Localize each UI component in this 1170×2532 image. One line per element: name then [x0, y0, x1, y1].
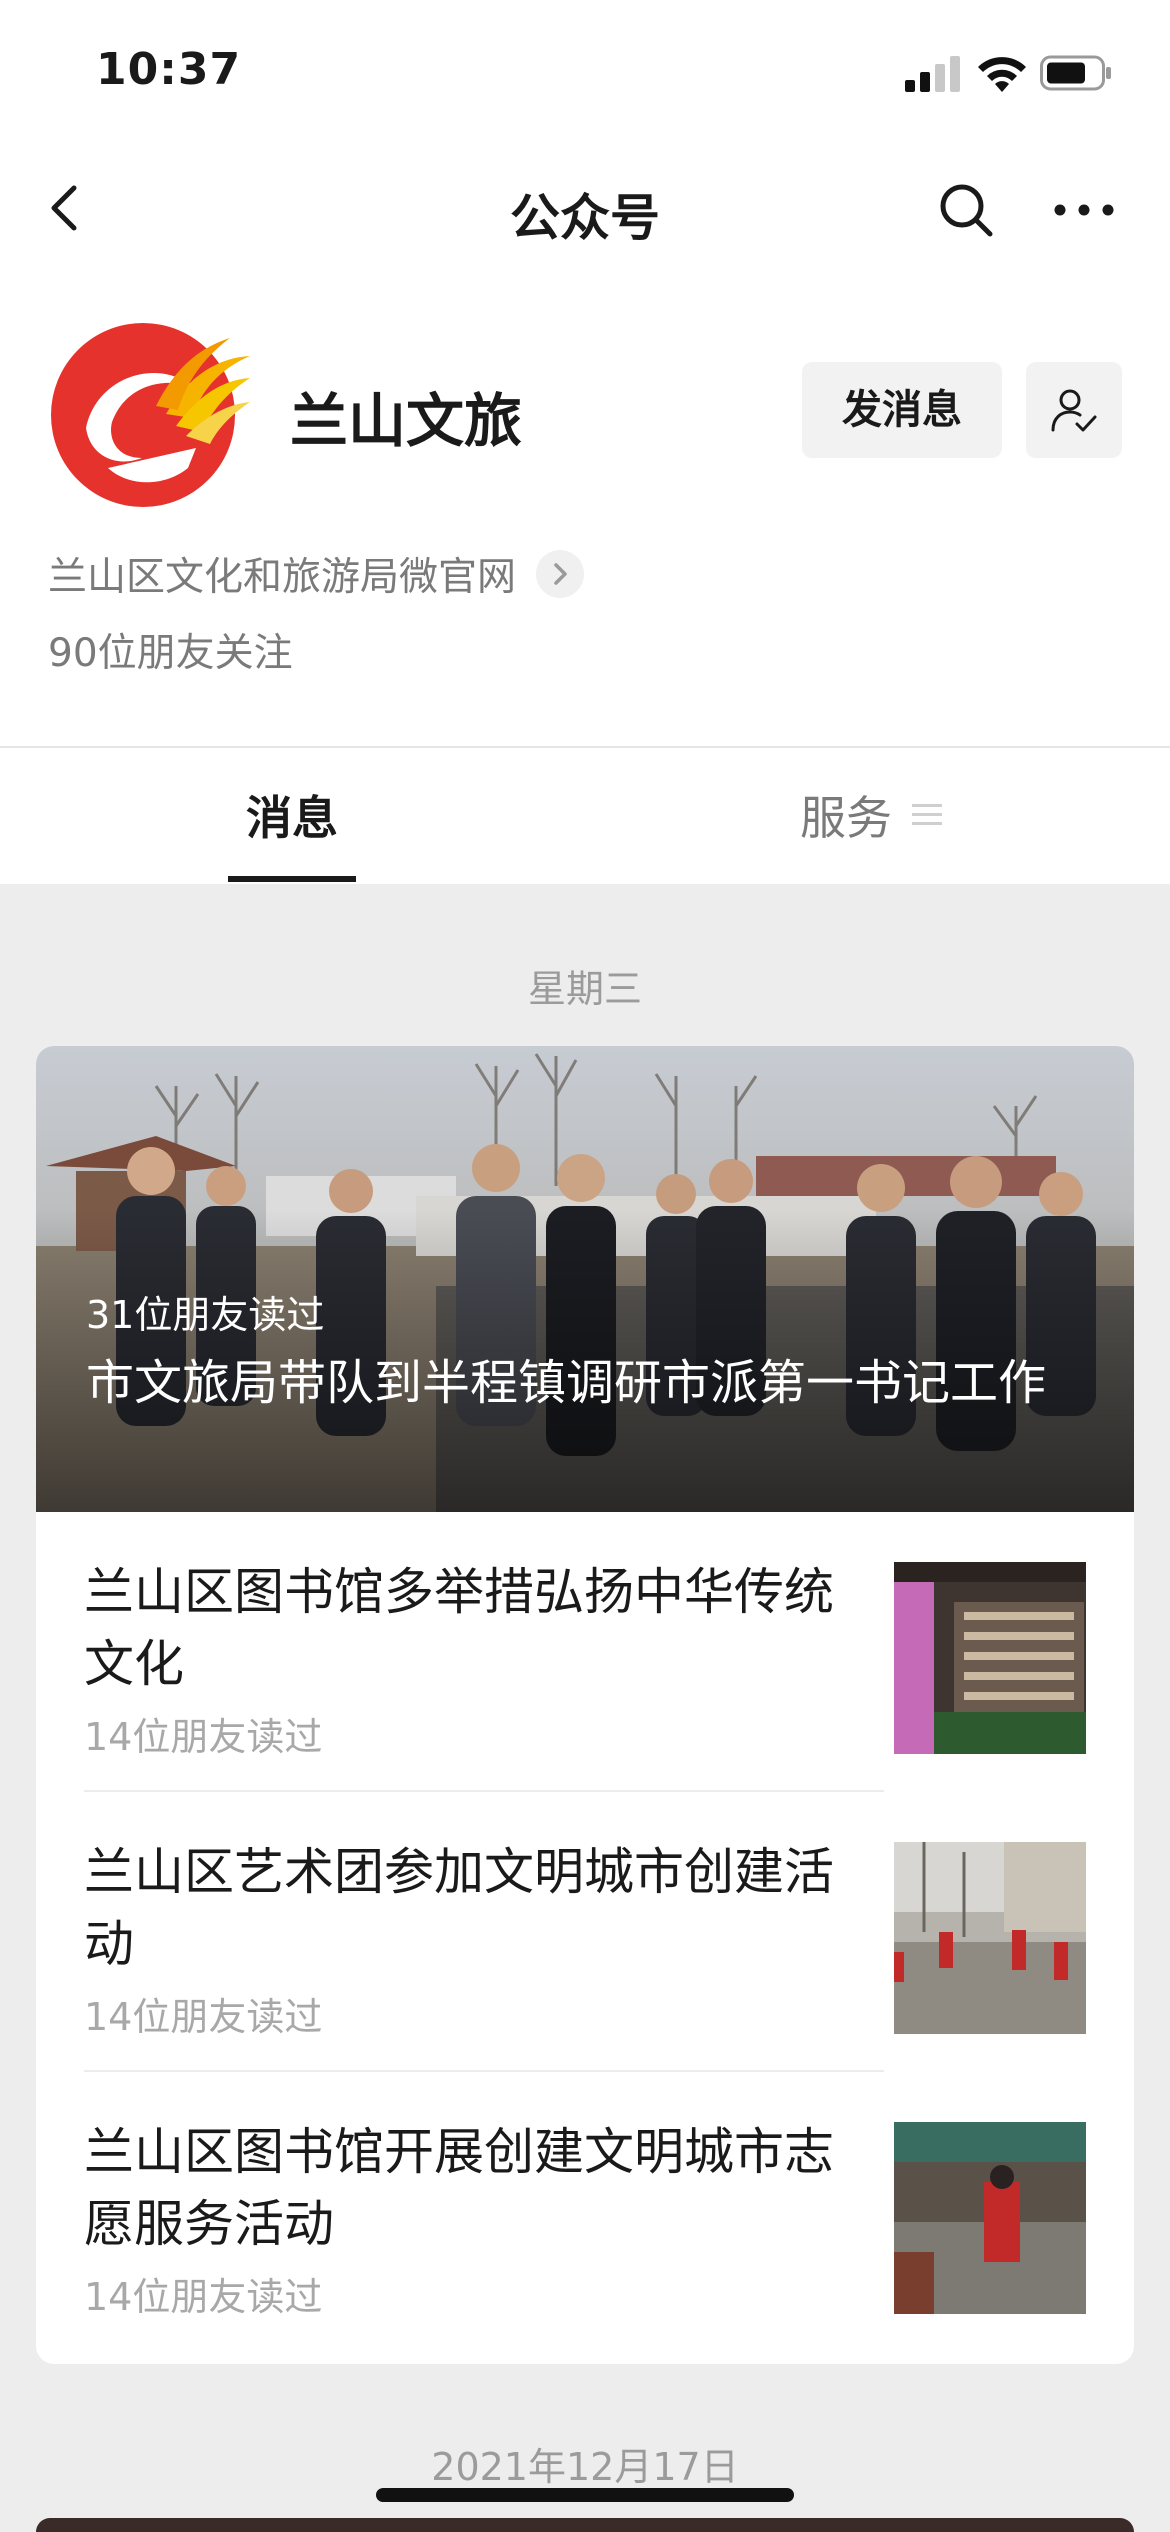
search-icon[interactable]	[934, 178, 998, 242]
date-label: 2021年12月17日	[431, 2445, 739, 2489]
wifi-icon	[978, 57, 1026, 92]
chevron-right-icon	[536, 550, 585, 598]
menu-icon	[912, 802, 942, 828]
article-item[interactable]: 兰山区艺术团参加文明城市创建活动 14位朋友读过	[36, 1792, 1134, 2072]
cellular-signal-icon	[905, 56, 961, 92]
article-item[interactable]: 兰山区图书馆开展创建文明城市志愿服务活动 14位朋友读过	[36, 2072, 1134, 2352]
battery-icon	[1040, 55, 1111, 91]
article-thumbnail	[894, 2122, 1086, 2314]
cover-read-count: 31位朋友读过	[86, 1293, 325, 1337]
followers-count: 90位朋友关注	[48, 631, 293, 676]
tab-services-label: 服务	[800, 791, 892, 845]
tab-messages[interactable]: 消息	[228, 782, 356, 848]
date-label: 星期三	[527, 967, 642, 1011]
tab-selected-indicator	[228, 876, 356, 882]
account-name: 兰山文旅	[290, 387, 523, 455]
following-button[interactable]	[1026, 362, 1122, 458]
article-title: 兰山区图书馆多举措弘扬中华传统文化	[84, 1563, 834, 1693]
cover-article-title: 市文旅局带队到半程镇调研市派第一书记工作	[86, 1355, 1047, 1411]
article-read-count: 14位朋友读过	[84, 2275, 323, 2319]
account-description-text: 兰山区文化和旅游局微官网	[48, 555, 517, 600]
send-message-button[interactable]: 发消息	[802, 362, 1002, 458]
home-indicator[interactable]	[376, 2488, 794, 2502]
article-read-count: 14位朋友读过	[84, 1995, 323, 2039]
status-bar: 10:37	[0, 0, 1170, 150]
article-thumbnail	[894, 1842, 1086, 2034]
nav-bar: 公众号	[0, 160, 1170, 256]
article-read-count: 14位朋友读过	[84, 1715, 323, 1759]
article-item[interactable]: 兰山区图书馆多举措弘扬中华传统文化 14位朋友读过	[36, 1512, 1134, 1792]
more-icon[interactable]	[1052, 190, 1116, 230]
cover-article[interactable]: 31位朋友读过 市文旅局带队到半程镇调研市派第一书记工作	[36, 1046, 1134, 1512]
next-article-cover-partial[interactable]	[36, 2518, 1134, 2532]
article-card: 31位朋友读过 市文旅局带队到半程镇调研市派第一书记工作 兰山区图书馆多举措弘扬…	[36, 1046, 1134, 2364]
account-description[interactable]: 兰山区文化和旅游局微官网	[48, 548, 585, 600]
article-thumbnail	[894, 1562, 1086, 1754]
status-time: 10:37	[96, 44, 242, 95]
user-check-icon	[1051, 389, 1097, 432]
article-title: 兰山区图书馆开展创建文明城市志愿服务活动	[84, 2123, 834, 2253]
tab-bar: 消息 服务	[0, 748, 1170, 884]
account-header: 10:37 公众号 兰山文旅 发消息 兰山区文化和旅游局微官网 90位朋友关注	[0, 0, 1170, 746]
article-title: 兰山区艺术团参加文明城市创建活动	[84, 1843, 834, 1973]
account-logo[interactable]	[46, 318, 252, 508]
tab-services[interactable]: 服务	[800, 782, 942, 848]
cover-image	[36, 1046, 1134, 1512]
